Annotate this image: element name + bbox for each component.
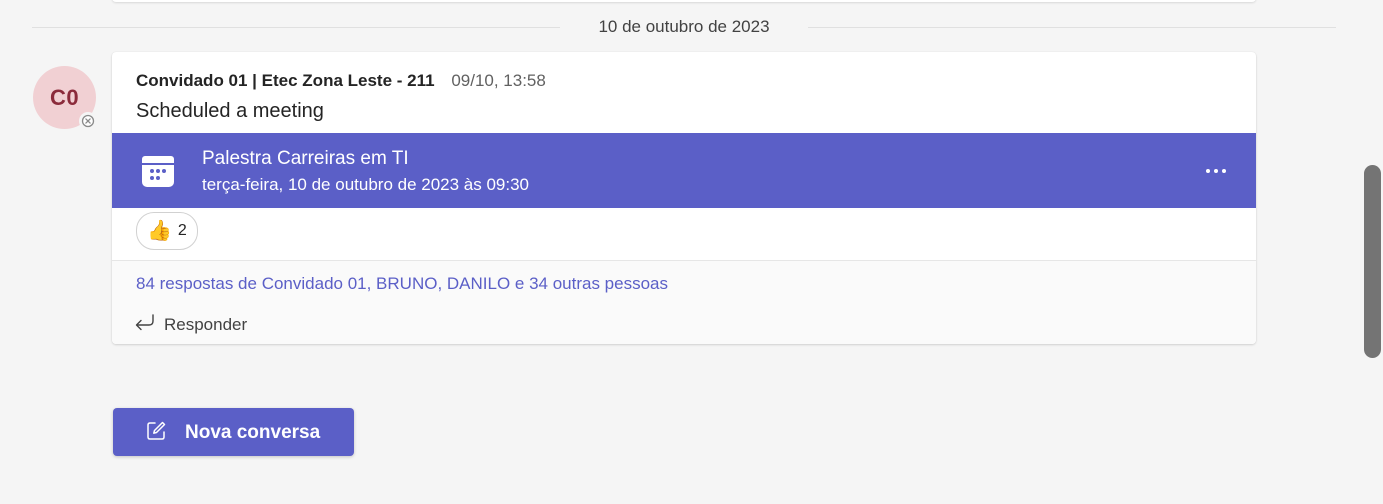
channel-conversation-view: 10 de outubro de 2023 C0 Convidado 01 | … (0, 0, 1383, 504)
meeting-datetime: terça-feira, 10 de outubro de 2023 às 09… (202, 175, 530, 194)
thumbs-up-icon: 👍 (147, 220, 172, 242)
message-author[interactable]: Convidado 01 | Etec Zona Leste - 211 (136, 71, 435, 90)
reply-label: Responder (164, 314, 248, 334)
reaction-like[interactable]: 👍 2 (136, 212, 198, 250)
message-card: Convidado 01 | Etec Zona Leste - 211 09/… (112, 52, 1256, 344)
replies-summary-link[interactable]: 84 respostas de Convidado 01, BRUNO, DAN… (136, 273, 668, 295)
compose-icon (145, 420, 167, 442)
message-timestamp: 09/10, 13:58 (451, 71, 546, 90)
new-conversation-button[interactable]: Nova conversa (113, 408, 354, 456)
message-header: Convidado 01 | Etec Zona Leste - 211 09/… (136, 71, 546, 91)
new-conversation-label: Nova conversa (185, 422, 321, 443)
previous-message-card (112, 0, 1256, 2)
calendar-icon (140, 153, 176, 189)
meeting-title[interactable]: Palestra Carreiras em TI (202, 147, 409, 171)
divider-line-right (808, 27, 1336, 28)
date-divider-label: 10 de outubro de 2023 (598, 17, 770, 36)
meeting-card[interactable]: Palestra Carreiras em TI terça-feira, 10… (112, 133, 1256, 208)
scrollbar-thumb[interactable] (1364, 165, 1381, 358)
reply-arrow-icon (132, 312, 156, 337)
reply-button[interactable]: Responder (132, 312, 247, 337)
reply-section: 84 respostas de Convidado 01, BRUNO, DAN… (112, 260, 1256, 344)
divider-line-left (32, 27, 560, 28)
presence-offline-icon (79, 112, 97, 130)
reaction-count: 2 (177, 222, 187, 239)
more-options-icon[interactable] (1200, 157, 1232, 185)
message-body: Scheduled a meeting (136, 100, 324, 122)
date-divider: 10 de outubro de 2023 (32, 17, 1336, 37)
